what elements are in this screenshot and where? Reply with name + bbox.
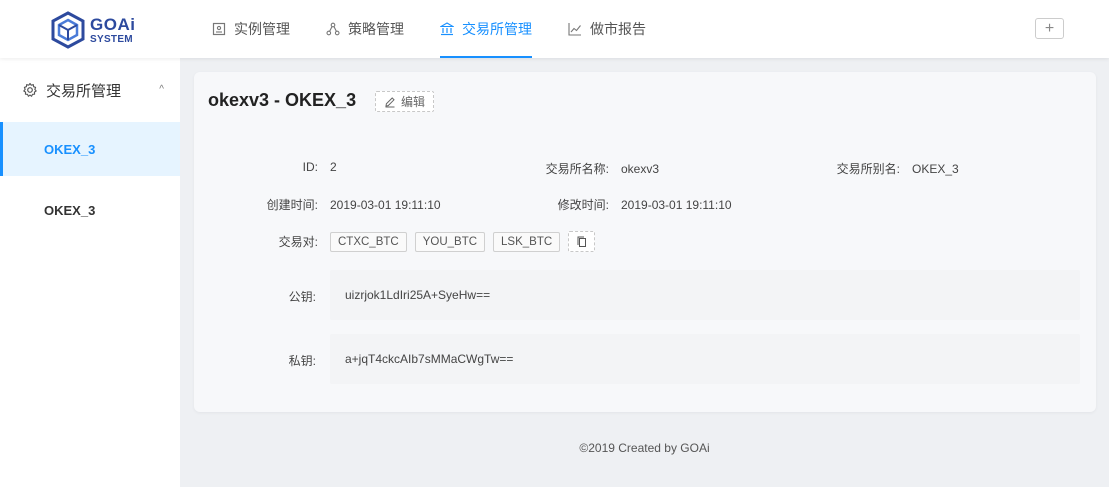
- trading-pairs-label: 交易对:: [278, 235, 318, 249]
- nav-instance-management[interactable]: 实例管理: [212, 0, 290, 58]
- plus-icon: +: [1044, 19, 1055, 37]
- copy-icon: [577, 236, 586, 247]
- footer-copyright: ©2019 Created by GOAi: [579, 441, 710, 455]
- brand-name: GOAi: [90, 14, 136, 34]
- main-nav: 实例管理 策略管理 交易所管理 做市报告: [212, 0, 682, 58]
- field-modified-time: 修改时间: 2019-03-01 19:11:10: [494, 196, 732, 213]
- private-key-value: a+jqT4ckcAIb7sMMaCWgTw==: [345, 352, 514, 366]
- edit-label: 编辑: [401, 95, 426, 109]
- sidebar-item-okex3-alt[interactable]: OKEX_3: [0, 183, 180, 237]
- edit-button[interactable]: 编辑: [375, 91, 435, 112]
- field-trading-pairs: 交易对: CTXC_BTC YOU_BTC LSK_BTC: [194, 231, 596, 252]
- strategy-icon: [326, 22, 340, 36]
- field-created-time: 创建时间: 2019-03-01 19:11:10: [194, 196, 441, 213]
- exchange-detail-card: okexv3 - OKEX_3 编辑 ID: 2 交易所名称: okexv3 交…: [194, 72, 1096, 412]
- field-exchange-alias: 交易所别名: OKEX_3: [794, 160, 959, 177]
- brand-subtitle: SYSTEM: [90, 33, 133, 45]
- nav-label: 实例管理: [234, 21, 290, 37]
- public-key-value: uizrjok1LdIri25A+SyeHw==: [345, 288, 491, 302]
- pair-tag: YOU_BTC: [414, 231, 486, 252]
- public-key-label: 公钥:: [288, 290, 316, 304]
- pair-tag: CTXC_BTC: [330, 231, 407, 252]
- sidebar: 交易所管理 ^ OKEX_3 OKEX_3: [0, 58, 180, 487]
- chart-line-icon: [568, 22, 582, 36]
- exchange-alias-value: OKEX_3: [912, 161, 959, 176]
- id-label: ID:: [302, 160, 318, 174]
- created-time-label: 创建时间:: [266, 198, 318, 212]
- nav-market-making-report[interactable]: 做市报告: [568, 0, 646, 58]
- trading-pairs-list: CTXC_BTC YOU_BTC LSK_BTC: [330, 231, 596, 252]
- exchange-alias-label: 交易所别名:: [836, 162, 900, 176]
- nav-label: 交易所管理: [462, 21, 532, 37]
- field-id: ID: 2: [194, 160, 337, 174]
- created-time-value: 2019-03-01 19:11:10: [330, 197, 441, 212]
- sidebar-group-exchange[interactable]: 交易所管理 ^: [0, 58, 180, 122]
- nav-exchange-management[interactable]: 交易所管理: [440, 0, 532, 58]
- exchange-name-value: okexv3: [621, 161, 660, 176]
- logo-cube-icon: [51, 11, 85, 49]
- instance-icon: [212, 22, 226, 36]
- sidebar-group-label: 交易所管理: [46, 82, 122, 100]
- exchange-name-label: 交易所名称:: [545, 162, 609, 176]
- modified-time-label: 修改时间:: [557, 198, 609, 212]
- add-button[interactable]: +: [1035, 18, 1064, 39]
- chevron-up-icon: ^: [159, 84, 164, 95]
- modified-time-value: 2019-03-01 19:11:10: [621, 197, 732, 212]
- nav-strategy-management[interactable]: 策略管理: [326, 0, 404, 58]
- public-key-box: uizrjok1LdIri25A+SyeHw==: [330, 270, 1080, 320]
- private-key-box: a+jqT4ckcAIb7sMMaCWgTw==: [330, 334, 1080, 384]
- field-exchange-name: 交易所名称: okexv3: [494, 160, 659, 177]
- copy-pairs-button[interactable]: [568, 231, 596, 252]
- nav-label: 策略管理: [348, 21, 404, 37]
- brand-logo[interactable]: GOAi SYSTEM: [50, 10, 150, 50]
- edit-pen-icon: [384, 96, 396, 108]
- private-key-label: 私钥:: [288, 354, 316, 368]
- nav-label: 做市报告: [590, 21, 646, 37]
- page-title: okexv3 - OKEX_3: [208, 90, 357, 110]
- id-value: 2: [330, 160, 337, 174]
- top-header: GOAi SYSTEM 实例管理 策略管理 交易所管理 做市报告 +: [0, 0, 1109, 58]
- sidebar-item-okex3[interactable]: OKEX_3: [0, 122, 180, 176]
- gear-icon: [22, 82, 38, 98]
- bank-icon: [440, 22, 454, 36]
- pair-tag: LSK_BTC: [493, 231, 561, 252]
